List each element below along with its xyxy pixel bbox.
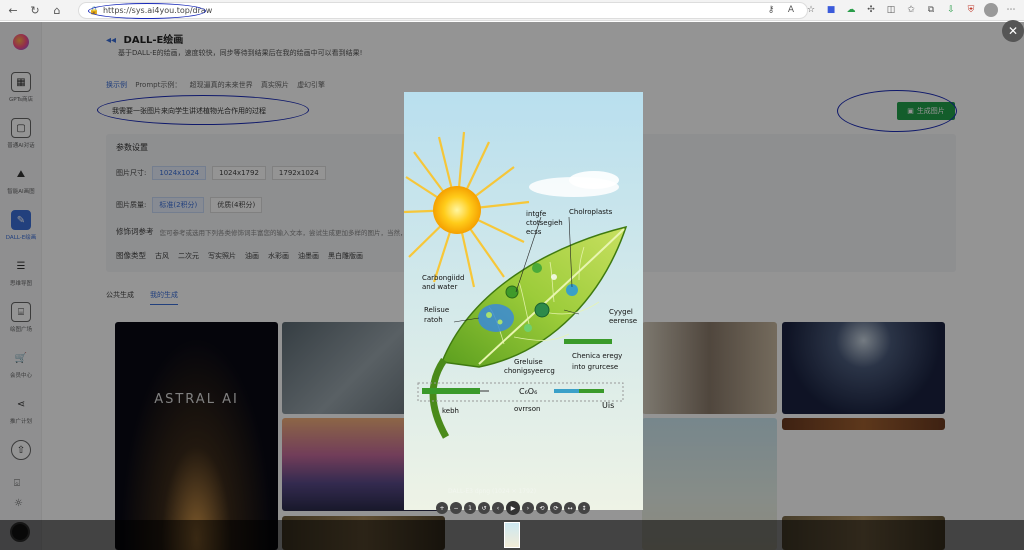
label-into: into grurcese [572, 363, 618, 371]
label-ecss: ecss [526, 228, 542, 236]
zoom-out-icon[interactable]: − [450, 502, 462, 514]
cloud-icon[interactable]: ☁ [844, 2, 858, 18]
viewer-image[interactable]: intgfe ctotsegieh ecss Cholroplasts Carb… [404, 92, 643, 510]
zoom-in-icon[interactable]: + [436, 502, 448, 514]
collections-icon[interactable]: ⧉ [924, 2, 938, 18]
label-ratoh: ratoh [424, 316, 443, 324]
download-icon[interactable]: ⇩ [944, 2, 958, 18]
next-icon[interactable]: › [522, 502, 534, 514]
profile-avatar[interactable] [984, 3, 998, 17]
back-icon[interactable]: ← [4, 1, 22, 19]
label-chemical: Chenica eregy [572, 352, 622, 360]
label-formula: C₆O₆ [519, 387, 537, 396]
label-ctotsegieh: ctotsegieh [526, 219, 563, 227]
label-oxygen: Cyygel [609, 308, 633, 316]
close-icon[interactable]: ✕ [1002, 20, 1024, 42]
label-uis: Uis [602, 401, 614, 410]
label-intgfe: intgfe [526, 210, 546, 218]
label-carbon: Carbongiidd [422, 274, 464, 282]
label-eerense: eerense [609, 317, 637, 325]
puzzle-icon[interactable]: ✣ [864, 2, 878, 18]
label-greluise: Greluise [514, 358, 543, 366]
extension-icon[interactable]: ■ [824, 2, 838, 18]
one-to-one-icon[interactable]: 1 [464, 502, 476, 514]
favorite-icon[interactable]: ☆ [804, 2, 818, 18]
label-ovrrson: ovrrson [514, 405, 540, 413]
photosynthesis-illustration: intgfe ctotsegieh ecss Cholroplasts Carb… [404, 92, 643, 510]
more-icon[interactable]: ⋯ [1004, 2, 1018, 18]
thumbnail-item[interactable] [504, 522, 520, 548]
label-kebh: kebh [442, 407, 459, 415]
reset-icon[interactable]: ↺ [478, 502, 490, 514]
read-aloud-icon[interactable]: A [784, 2, 798, 18]
rotate-right-icon[interactable]: ⟳ [550, 502, 562, 514]
favorites-bar-icon[interactable]: ✩ [904, 2, 918, 18]
viewer-toolbar: + − 1 ↺ ‹ ▶ › ⟲ ⟳ ↔ ↕ [436, 500, 590, 516]
play-icon[interactable]: ▶ [506, 501, 520, 515]
label-release: Relisue [424, 306, 449, 314]
label-chloroplasts: Cholroplasts [569, 208, 613, 216]
split-screen-icon[interactable]: ◫ [884, 2, 898, 18]
rotate-left-icon[interactable]: ⟲ [536, 502, 548, 514]
url-highlight-annotation [88, 3, 206, 19]
viewer-caption: DALL-E3 dpng (1024 × 1792) [448, 488, 537, 495]
prev-icon[interactable]: ‹ [492, 502, 504, 514]
browser-toolbar: ← ↻ ⌂ 🔒 https://sys.ai4you.top/draw ⚷ A … [0, 0, 1024, 21]
home-icon[interactable]: ⌂ [48, 1, 66, 19]
refresh-icon[interactable]: ↻ [26, 1, 44, 19]
flip-v-icon[interactable]: ↕ [578, 502, 590, 514]
label-chonigs: chonigsyeercg [504, 367, 555, 375]
flip-h-icon[interactable]: ↔ [564, 502, 576, 514]
key-icon[interactable]: ⚷ [764, 2, 778, 18]
label-water: and water [422, 283, 457, 291]
browser-icons: ⚷ A ☆ ■ ☁ ✣ ◫ ✩ ⧉ ⇩ ⛨ ⋯ [764, 2, 1018, 18]
shield-icon[interactable]: ⛨ [964, 2, 978, 18]
